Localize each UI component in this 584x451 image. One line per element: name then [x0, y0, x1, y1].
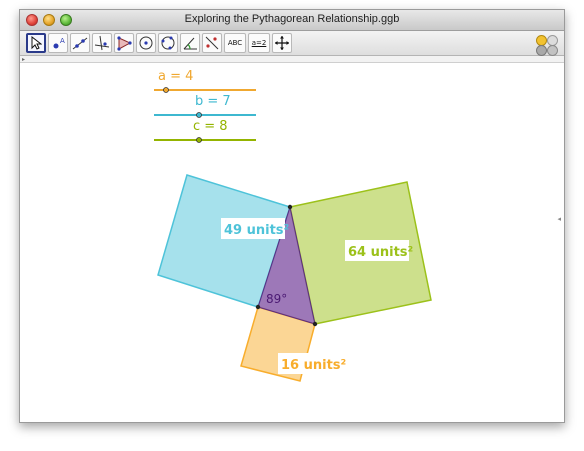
title-bar: Exploring the Pythagorean Relationship.g… — [20, 10, 564, 31]
settings-icon[interactable] — [547, 45, 558, 56]
perpendicular-line-tool-button[interactable] — [92, 33, 112, 53]
slider-a-label: a = 4 — [158, 69, 193, 84]
move-graphics-view-tool-icon — [275, 36, 289, 50]
circle-three-points-tool-button[interactable] — [158, 33, 178, 53]
line-tool-button[interactable] — [70, 33, 90, 53]
point-tool-button[interactable]: A — [48, 33, 68, 53]
angle-tool-button[interactable] — [180, 33, 200, 53]
toolbar: A ABC a=2 — [20, 31, 564, 56]
angle-label: 89° — [266, 292, 287, 306]
vertex-right[interactable] — [312, 321, 318, 327]
reflect-tool-icon — [205, 36, 219, 50]
slider-b-label: b = 7 — [195, 94, 231, 109]
slider-a-handle[interactable] — [163, 87, 169, 93]
move-tool-icon — [31, 36, 42, 50]
slider-tool-icon: a=2 — [251, 39, 267, 47]
polygon-tool-button[interactable] — [114, 33, 134, 53]
square-a-area-label: 16 units² — [281, 358, 346, 373]
slider-c-handle[interactable] — [196, 137, 202, 143]
algebra-toggle-bar: ▸ — [20, 56, 564, 63]
reflect-tool-button[interactable] — [202, 33, 222, 53]
slider-c[interactable]: c = 8 — [154, 119, 256, 143]
text-tool-icon: ABC — [227, 39, 243, 47]
vertex-top[interactable] — [287, 204, 293, 210]
app-window: Exploring the Pythagorean Relationship.g… — [19, 9, 565, 423]
window-title: Exploring the Pythagorean Relationship.g… — [184, 13, 400, 25]
line-tool-icon — [72, 37, 88, 50]
svg-text:A: A — [60, 37, 65, 45]
perpendicular-line-tool-icon — [94, 35, 110, 51]
move-graphics-view-tool-button[interactable] — [272, 33, 292, 53]
slider-a[interactable]: a = 4 — [154, 69, 256, 93]
square-b-area-label: 49 units² — [224, 223, 289, 238]
circle-three-points-tool-icon — [161, 36, 175, 50]
vertex-left[interactable] — [255, 304, 261, 310]
graphics-view[interactable]: a = 4 b = 7 c = 8 89° 49 units² 64 units… — [20, 63, 565, 423]
move-tool-button[interactable] — [26, 33, 46, 53]
slider-tool-button[interactable]: a=2 — [248, 33, 270, 53]
angle-tool-icon — [183, 37, 197, 50]
slider-c-label: c = 8 — [193, 119, 228, 134]
text-tool-button[interactable]: ABC — [224, 33, 246, 53]
circle-center-point-tool-icon — [139, 36, 153, 50]
slider-b[interactable]: b = 7 — [154, 94, 256, 118]
circle-center-point-tool-button[interactable] — [136, 33, 156, 53]
slider-b-handle[interactable] — [196, 112, 202, 118]
point-tool-icon: A — [53, 37, 65, 49]
square-c-area-label: 64 units² — [348, 245, 413, 260]
help-icon[interactable] — [536, 45, 547, 56]
polygon-tool-icon — [117, 36, 132, 51]
expand-arrow-icon[interactable]: ▸ — [22, 56, 25, 63]
